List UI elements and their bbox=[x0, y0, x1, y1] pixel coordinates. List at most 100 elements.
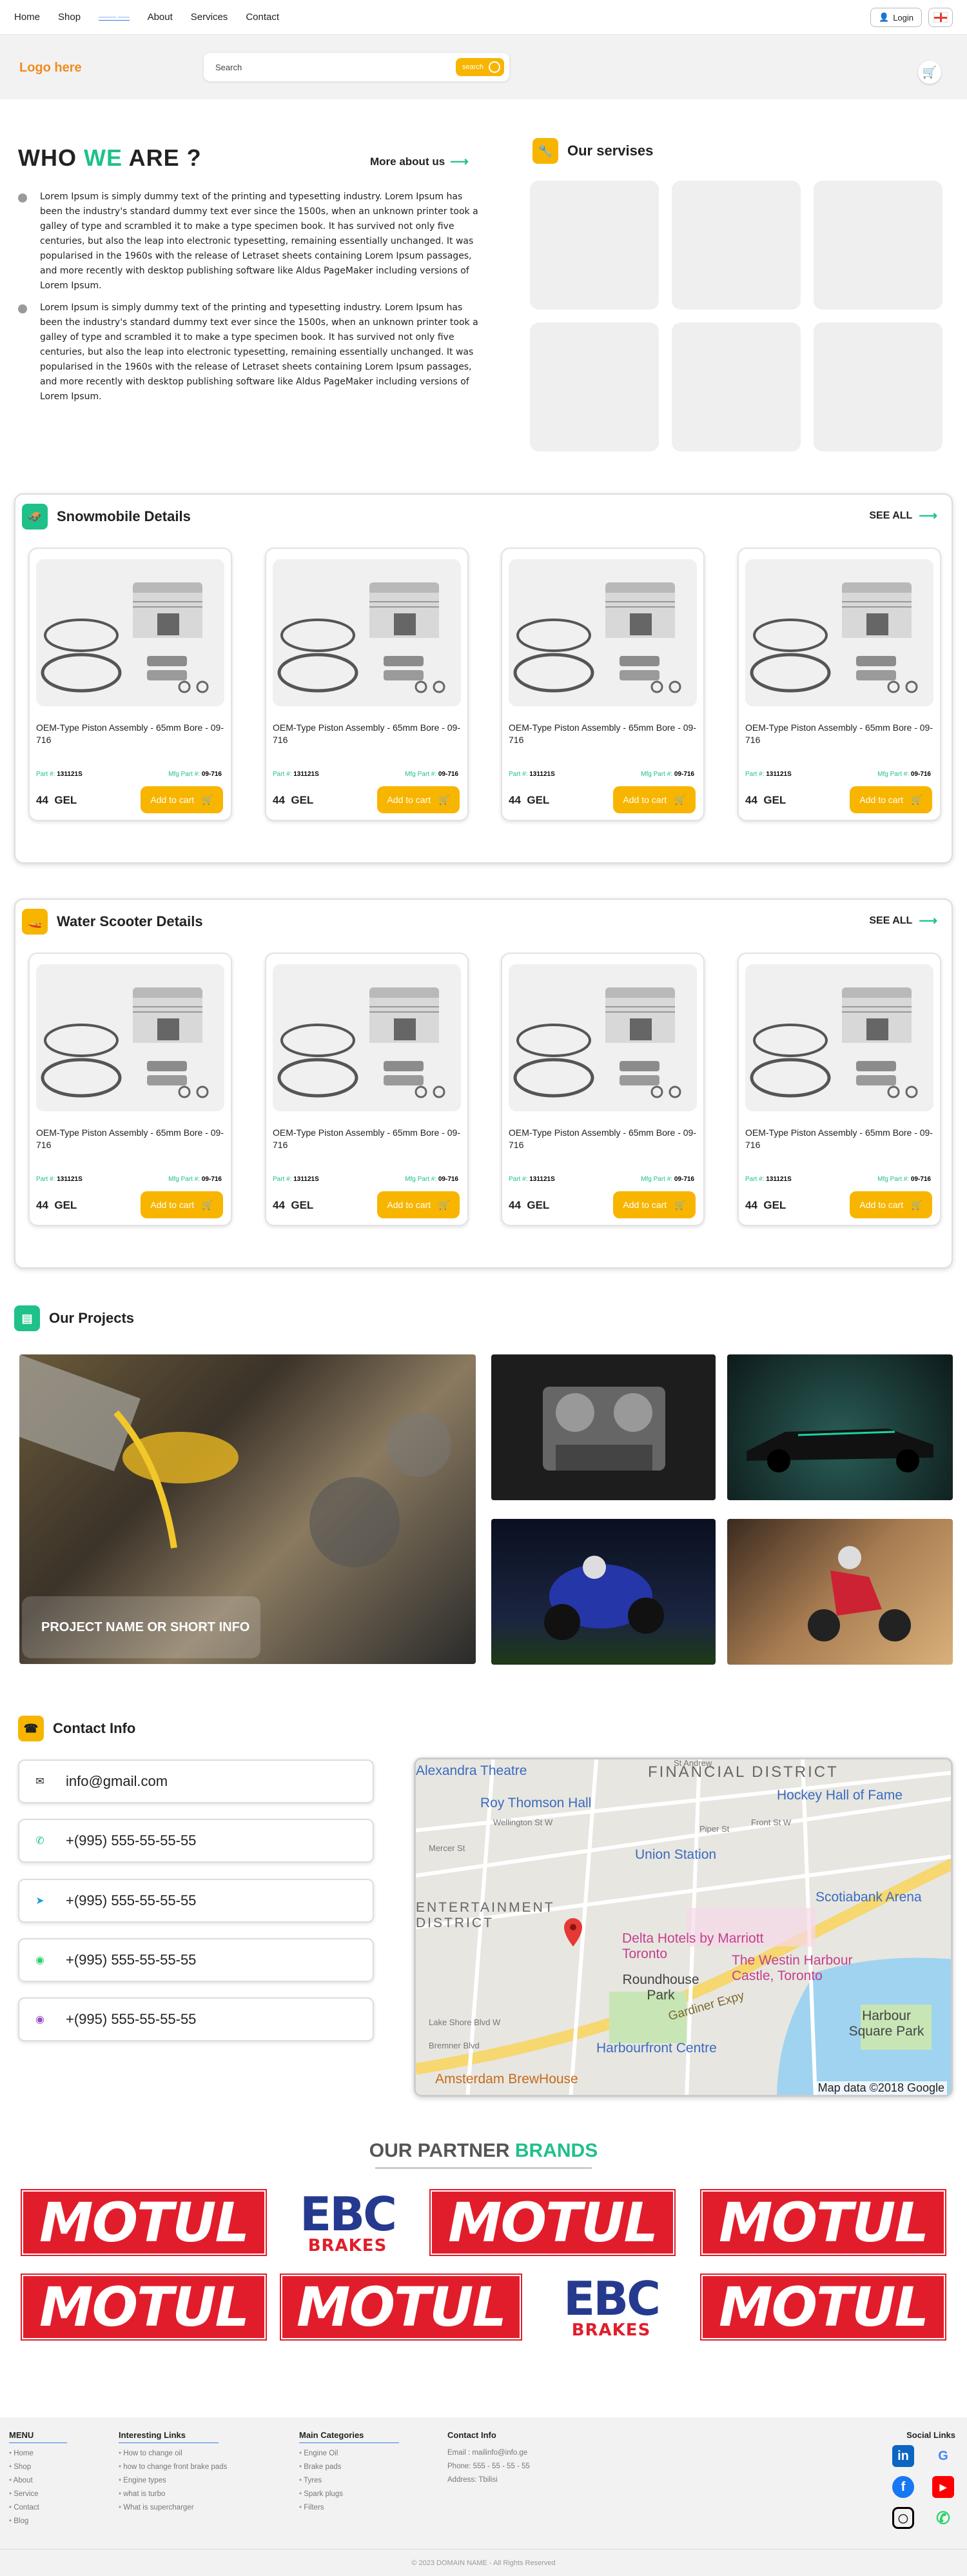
logo[interactable]: Logo here bbox=[19, 61, 82, 75]
product-card[interactable]: OEM-Type Piston Assembly - 65mm Bore - 0… bbox=[501, 548, 705, 821]
nav-shop[interactable]: Shop bbox=[58, 12, 81, 23]
ebc-brakes-logo[interactable]: EBC BRAKES bbox=[281, 2190, 414, 2255]
engine-illustration bbox=[543, 1387, 665, 1471]
product-card[interactable]: OEM-Type Piston Assembly - 65mm Bore - 0… bbox=[28, 953, 232, 1226]
add-to-cart-button[interactable]: Add to cart 🛒 bbox=[850, 1191, 932, 1218]
product-image[interactable] bbox=[745, 559, 933, 706]
contact-whatsapp-field[interactable]: ◉ +(995) 555-55-55-55 bbox=[18, 1938, 374, 1982]
footer-menu-item[interactable]: Home bbox=[9, 2447, 67, 2461]
project-banner[interactable]: PROJECT NAME OR SHORT INFO bbox=[22, 1596, 260, 1658]
product-name[interactable]: OEM-Type Piston Assembly - 65mm Bore - 0… bbox=[509, 722, 699, 746]
service-tile[interactable] bbox=[672, 322, 801, 451]
footer-link-item[interactable]: how to change front brake pads bbox=[119, 2461, 227, 2474]
youtube-icon[interactable]: ▶ bbox=[932, 2476, 954, 2498]
footer-category-item[interactable]: Brake pads bbox=[299, 2461, 399, 2474]
product-name[interactable]: OEM-Type Piston Assembly - 65mm Bore - 0… bbox=[509, 1127, 699, 1151]
footer-category-item[interactable]: Spark plugs bbox=[299, 2488, 399, 2501]
product-name[interactable]: OEM-Type Piston Assembly - 65mm Bore - 0… bbox=[36, 722, 227, 746]
project-engine-image[interactable] bbox=[491, 1354, 716, 1500]
footer-menu-item[interactable]: Blog bbox=[9, 2515, 67, 2528]
linkedin-icon[interactable]: in bbox=[892, 2445, 914, 2467]
facebook-icon[interactable]: f bbox=[892, 2476, 914, 2498]
snowmobile-see-all-link[interactable]: SEE ALL ⟶ bbox=[869, 508, 937, 524]
product-card[interactable]: OEM-Type Piston Assembly - 65mm Bore - 0… bbox=[28, 548, 232, 821]
footer-link-item[interactable]: what is turbo bbox=[119, 2488, 227, 2501]
service-tile[interactable] bbox=[672, 181, 801, 310]
product-image[interactable] bbox=[36, 964, 224, 1111]
search-input[interactable]: Search bbox=[215, 63, 242, 72]
footer-menu-item[interactable]: Shop bbox=[9, 2461, 67, 2474]
contact-phone-field[interactable]: ✆ +(995) 555-55-55-55 bbox=[18, 1819, 374, 1863]
cart-icon[interactable]: 🛒 bbox=[918, 61, 941, 84]
service-tile[interactable] bbox=[530, 181, 659, 310]
product-name[interactable]: OEM-Type Piston Assembly - 65mm Bore - 0… bbox=[273, 1127, 464, 1151]
instagram-icon[interactable]: ◯ bbox=[892, 2507, 914, 2529]
product-name[interactable]: OEM-Type Piston Assembly - 65mm Bore - 0… bbox=[745, 722, 936, 746]
add-to-cart-button[interactable]: Add to cart 🛒 bbox=[613, 1191, 696, 1218]
product-image[interactable] bbox=[509, 964, 697, 1111]
footer-link-item[interactable]: What is supercharger bbox=[119, 2501, 227, 2515]
add-to-cart-button[interactable]: Add to cart 🛒 bbox=[377, 1191, 460, 1218]
footer-menu-item[interactable]: Contact bbox=[9, 2501, 67, 2515]
google-icon[interactable]: G bbox=[932, 2445, 954, 2467]
footer-category-item[interactable]: Tyres bbox=[299, 2474, 399, 2488]
contact-viber-field[interactable]: ◉ +(995) 555-55-55-55 bbox=[18, 1997, 374, 2041]
search-button[interactable]: search bbox=[455, 58, 504, 76]
motul-logo[interactable]: MOTUL bbox=[21, 2274, 267, 2341]
part-number: Part #: 131121S bbox=[36, 1176, 83, 1183]
nav-contact[interactable]: Contact bbox=[246, 12, 279, 23]
product-price: 44 GEL bbox=[273, 794, 314, 806]
location-map[interactable]: Alexandra Theatre FINANCIAL DISTRICT Roy… bbox=[414, 1758, 953, 2097]
product-image[interactable] bbox=[745, 964, 933, 1111]
add-to-cart-button[interactable]: Add to cart 🛒 bbox=[141, 1191, 223, 1218]
service-tile[interactable] bbox=[814, 181, 943, 310]
nav-home[interactable]: Home bbox=[14, 12, 40, 23]
piston-illustration bbox=[273, 964, 461, 1111]
language-flag-button[interactable] bbox=[928, 8, 953, 27]
footer-link-item[interactable]: How to change oil bbox=[119, 2447, 227, 2461]
whatsapp-icon[interactable]: ✆ bbox=[932, 2507, 954, 2529]
nav-services[interactable]: Services bbox=[191, 12, 228, 23]
project-f1-image[interactable] bbox=[727, 1354, 953, 1500]
footer-category-item[interactable]: Filters bbox=[299, 2501, 399, 2515]
motul-logo[interactable]: MOTUL bbox=[700, 2189, 946, 2256]
product-card[interactable]: OEM-Type Piston Assembly - 65mm Bore - 0… bbox=[737, 548, 941, 821]
login-button[interactable]: 👤 Login bbox=[870, 8, 922, 27]
ebc-brakes-logo[interactable]: EBC BRAKES bbox=[542, 2275, 681, 2339]
product-card[interactable]: OEM-Type Piston Assembly - 65mm Bore - 0… bbox=[501, 953, 705, 1226]
footer-link-item[interactable]: Engine types bbox=[119, 2474, 227, 2488]
product-card[interactable]: OEM-Type Piston Assembly - 65mm Bore - 0… bbox=[737, 953, 941, 1226]
project-dirtbike-image[interactable] bbox=[727, 1519, 953, 1665]
product-card[interactable]: OEM-Type Piston Assembly - 65mm Bore - 0… bbox=[265, 548, 469, 821]
service-tile[interactable] bbox=[814, 322, 943, 451]
contact-telegram-field[interactable]: ➤ +(995) 555-55-55-55 bbox=[18, 1879, 374, 1923]
add-to-cart-button[interactable]: Add to cart 🛒 bbox=[141, 786, 223, 813]
nav-about[interactable]: About bbox=[148, 12, 173, 23]
product-name[interactable]: OEM-Type Piston Assembly - 65mm Bore - 0… bbox=[273, 722, 464, 746]
product-image[interactable] bbox=[273, 964, 461, 1111]
footer-menu-item[interactable]: About bbox=[9, 2474, 67, 2488]
add-to-cart-button[interactable]: Add to cart 🛒 bbox=[377, 786, 460, 813]
contact-email-field[interactable]: ✉ info@gmail.com bbox=[18, 1759, 374, 1803]
more-about-link[interactable]: More about us ⟶ bbox=[370, 154, 469, 170]
product-image[interactable] bbox=[509, 559, 697, 706]
search-bar[interactable]: Search search bbox=[204, 53, 509, 81]
motul-logo[interactable]: MOTUL bbox=[429, 2189, 676, 2256]
service-tile[interactable] bbox=[530, 322, 659, 451]
product-image[interactable] bbox=[273, 559, 461, 706]
product-name[interactable]: OEM-Type Piston Assembly - 65mm Bore - 0… bbox=[36, 1127, 227, 1151]
map-label: Union Station bbox=[635, 1847, 717, 1862]
motul-logo[interactable]: MOTUL bbox=[21, 2189, 267, 2256]
add-to-cart-button[interactable]: Add to cart 🛒 bbox=[613, 786, 696, 813]
footer-category-item[interactable]: Engine Oil bbox=[299, 2447, 399, 2461]
project-motorcycle-image[interactable] bbox=[491, 1519, 716, 1665]
product-name[interactable]: OEM-Type Piston Assembly - 65mm Bore - 0… bbox=[745, 1127, 936, 1151]
product-image[interactable] bbox=[36, 559, 224, 706]
add-to-cart-button[interactable]: Add to cart 🛒 bbox=[850, 786, 932, 813]
footer-menu-item[interactable]: Service bbox=[9, 2488, 67, 2501]
water-scooter-see-all-link[interactable]: SEE ALL ⟶ bbox=[869, 913, 937, 929]
motul-logo[interactable]: MOTUL bbox=[280, 2274, 522, 2341]
motul-logo[interactable]: MOTUL bbox=[700, 2274, 946, 2341]
part-number: Part #: 131121S bbox=[745, 771, 792, 778]
product-card[interactable]: OEM-Type Piston Assembly - 65mm Bore - 0… bbox=[265, 953, 469, 1226]
